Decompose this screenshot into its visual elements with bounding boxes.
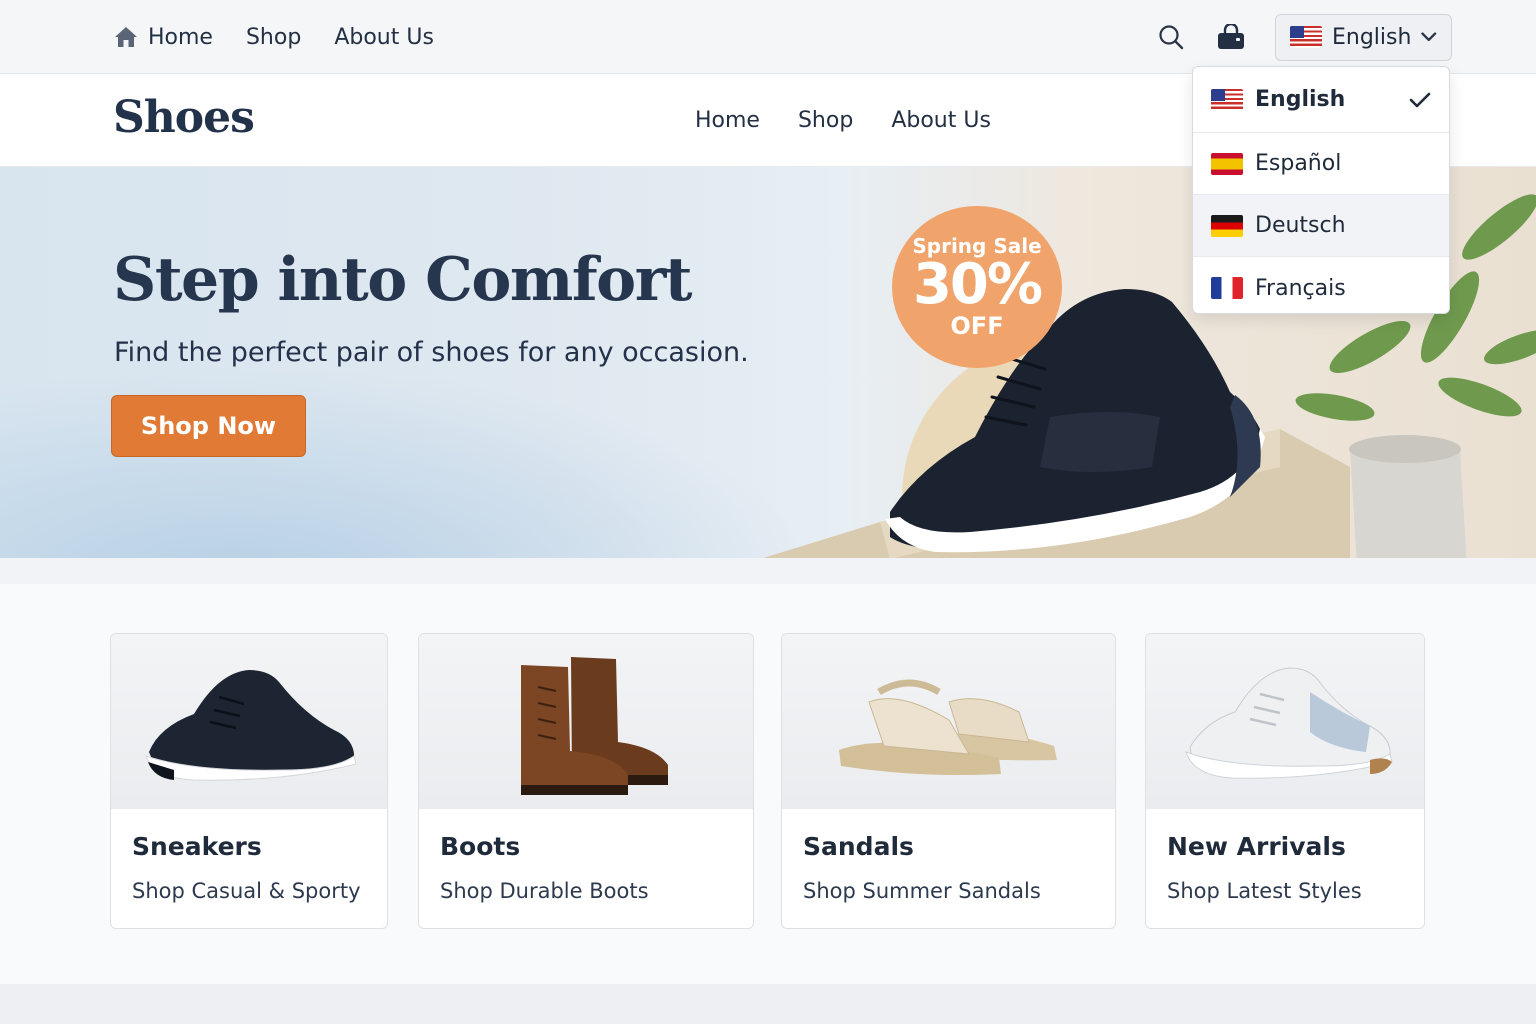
category-card-boots[interactable]: Boots Shop Durable Boots [418, 633, 754, 929]
search-button[interactable] [1155, 21, 1187, 53]
es-flag-icon [1211, 152, 1243, 175]
language-menu: English Español Deutsch Français [1192, 66, 1450, 314]
utility-nav-shop[interactable]: Shop [246, 25, 301, 50]
language-select-value: English [1332, 24, 1412, 50]
category-subtitle: Shop Durable Boots [440, 879, 649, 903]
language-option-label: Español [1255, 151, 1342, 176]
language-select[interactable]: English [1275, 13, 1452, 61]
utility-bar: Home Shop About Us English [0, 0, 1536, 74]
cart-button[interactable] [1215, 21, 1247, 53]
utility-actions: English [1155, 0, 1452, 74]
boots-image [419, 634, 753, 809]
white-sneaker-icon [1185, 666, 1393, 779]
brand-logo[interactable]: Shoes [113, 92, 255, 143]
language-option-french[interactable]: Français [1193, 257, 1449, 313]
bag-icon [1218, 24, 1244, 49]
main-nav-home[interactable]: Home [695, 108, 760, 133]
category-title: Sandals [803, 832, 914, 861]
boot-icon [521, 656, 668, 795]
sandals-image [782, 634, 1115, 809]
fr-flag-icon [1211, 277, 1243, 299]
category-title: Sneakers [132, 832, 262, 861]
language-option-english[interactable]: English [1193, 67, 1449, 133]
us-flag-icon [1290, 26, 1322, 48]
category-subtitle: Shop Casual & Sporty [132, 879, 361, 903]
sale-badge-line3: OFF [950, 312, 1004, 341]
home-icon [115, 27, 137, 47]
sneaker-icon [145, 669, 357, 781]
category-card-sneakers[interactable]: Sneakers Shop Casual & Sporty [110, 633, 388, 929]
category-section: Sneakers Shop Casual & Sporty Boots Shop… [0, 584, 1536, 984]
utility-nav-about[interactable]: About Us [334, 25, 434, 50]
hero-subtitle: Find the perfect pair of shoes for any o… [114, 337, 749, 368]
sale-badge-percent: 30% [912, 251, 1043, 317]
spring-sale-badge: Spring Sale 30% OFF [892, 206, 1062, 368]
chevron-down-icon [1421, 32, 1437, 42]
language-option-label: English [1255, 87, 1346, 112]
sandal-icon [838, 679, 1057, 775]
category-title: New Arrivals [1167, 832, 1346, 861]
hero-title: Step into Comfort [113, 245, 693, 315]
sneakers-image [111, 634, 387, 809]
main-nav: Home Shop About Us [695, 74, 991, 167]
utility-nav-home[interactable]: Home [114, 25, 213, 50]
language-option-german[interactable]: Deutsch [1193, 195, 1449, 257]
category-card-new-arrivals[interactable]: New Arrivals Shop Latest Styles [1145, 633, 1425, 929]
category-subtitle: Shop Latest Styles [1167, 879, 1362, 903]
utility-nav: Home Shop About Us [114, 0, 434, 74]
de-flag-icon [1211, 214, 1243, 237]
hero-floor [0, 558, 1536, 584]
search-icon [1159, 25, 1184, 50]
language-option-spanish[interactable]: Español [1193, 133, 1449, 195]
category-subtitle: Shop Summer Sandals [803, 879, 1041, 903]
us-flag-icon [1211, 88, 1243, 111]
shop-now-button[interactable]: Shop Now [111, 395, 306, 457]
main-nav-about[interactable]: About Us [891, 108, 991, 133]
category-title: Boots [440, 832, 521, 861]
new-arrivals-image [1146, 634, 1424, 809]
category-card-sandals[interactable]: Sandals Shop Summer Sandals [781, 633, 1116, 929]
footer-band [0, 984, 1536, 1024]
language-option-label: Français [1255, 275, 1346, 301]
utility-nav-home-label: Home [148, 24, 213, 50]
language-option-label: Deutsch [1255, 213, 1346, 238]
checkmark-icon [1409, 92, 1431, 107]
main-nav-shop[interactable]: Shop [798, 108, 853, 133]
